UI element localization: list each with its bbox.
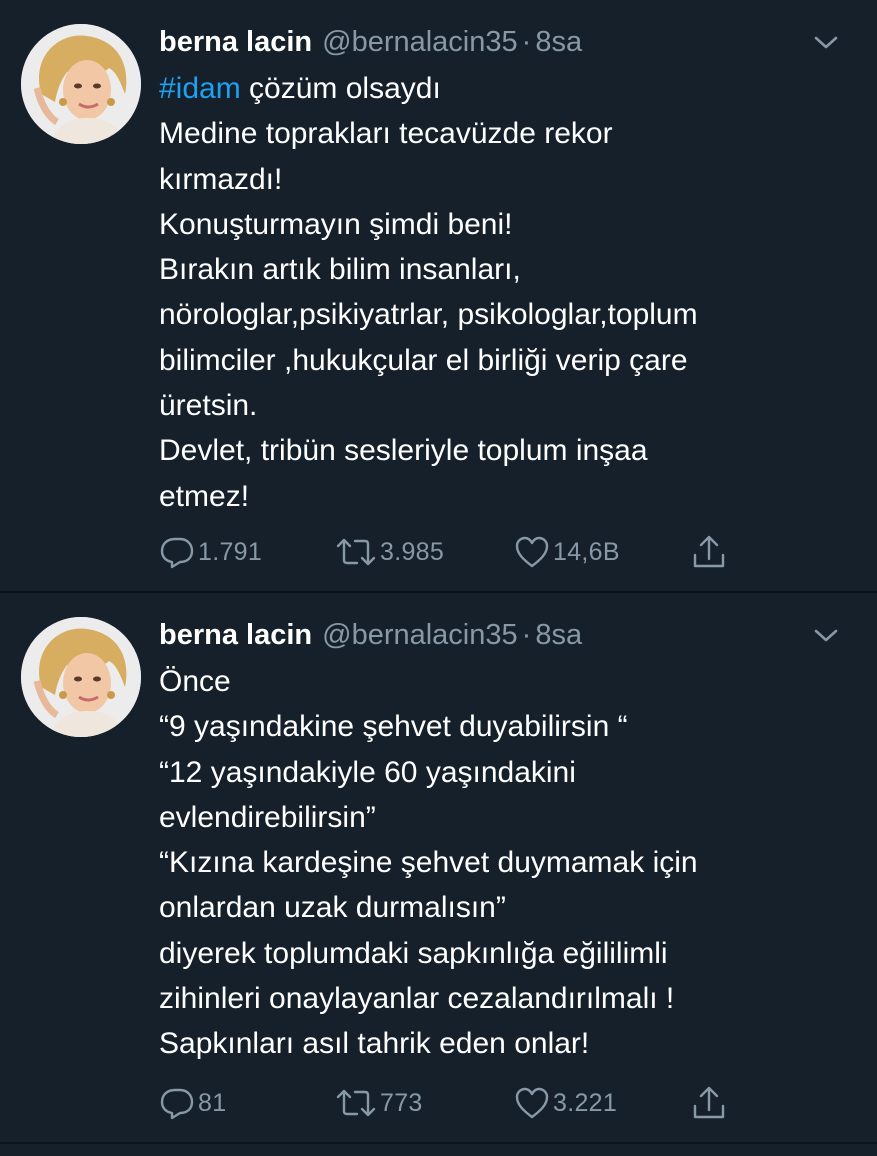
retweet-icon bbox=[336, 1089, 376, 1117]
tweet-line: #idam çözüm olsaydı bbox=[159, 66, 849, 111]
tweet-line-text: çözüm olsaydı bbox=[240, 72, 441, 105]
tweet-line: zihinleri onaylayanlar cezalandırılmalı … bbox=[159, 982, 675, 1016]
tweet-line: onlardan uzak durmalısın” bbox=[159, 891, 506, 925]
reply-button[interactable]: 1.791 bbox=[159, 532, 262, 572]
like-icon bbox=[515, 536, 549, 568]
retweet-button[interactable]: 3.985 bbox=[335, 532, 444, 572]
tweet-line: nörologlar,psikiyatrlar, psikologlar,top… bbox=[159, 298, 698, 332]
author-name[interactable]: berna lacin bbox=[159, 619, 312, 651]
tweet-line: kırmazdı! bbox=[159, 162, 283, 196]
like-count: 3.221 bbox=[553, 1088, 618, 1117]
separator-dot: · bbox=[521, 619, 532, 651]
author-handle[interactable]: @bernalacin35 bbox=[322, 26, 518, 58]
tweet-line: diyerek toplumdaki sapkınlığa eğililimli bbox=[159, 936, 668, 970]
like-button[interactable]: 14,6B bbox=[514, 532, 620, 572]
tweet[interactable]: berna lacin @bernalacin35 · 8sa Önce “9 yaş… bbox=[0, 593, 877, 1145]
tweet-line: “9 yaşındakine şehvet duyabilirsin “ bbox=[159, 710, 628, 744]
tweet-line: etmez! bbox=[159, 479, 250, 513]
tweet-header: berna lacin @bernalacin35 · 8sa bbox=[159, 22, 817, 62]
share-button[interactable] bbox=[691, 1083, 727, 1123]
tweet-time[interactable]: 8sa bbox=[535, 26, 582, 58]
hashtag-link[interactable]: #idam bbox=[159, 72, 241, 105]
tweet-line: Bırakın artık bilim insanları, bbox=[159, 253, 521, 287]
author-handle[interactable]: @bernalacin35 bbox=[322, 619, 518, 651]
share-button[interactable] bbox=[691, 532, 727, 572]
avatar[interactable] bbox=[21, 24, 141, 144]
reply-button[interactable]: 81 bbox=[159, 1083, 226, 1123]
avatar[interactable] bbox=[21, 617, 141, 737]
tweet-line: bilimciler ,hukukçular el birliği verip … bbox=[159, 343, 688, 377]
retweet-button[interactable]: 773 bbox=[335, 1083, 423, 1123]
tweet-time[interactable]: 8sa bbox=[535, 619, 582, 651]
like-button[interactable]: 3.221 bbox=[514, 1083, 617, 1123]
tweet-line: Sapkınları asıl tahrik eden onlar! bbox=[159, 1027, 590, 1061]
share-icon bbox=[693, 1086, 725, 1119]
avatar-photo-icon bbox=[21, 24, 141, 144]
retweet-count: 3.985 bbox=[380, 537, 445, 566]
separator-dot: · bbox=[521, 26, 532, 58]
tweet[interactable]: berna lacin @bernalacin35 · 8sa #idam çözüm… bbox=[0, 0, 877, 593]
chevron-down-icon[interactable] bbox=[811, 30, 841, 54]
avatar-photo-icon bbox=[21, 617, 141, 737]
tweet-header: berna lacin @bernalacin35 · 8sa bbox=[159, 615, 817, 655]
retweet-icon bbox=[336, 538, 376, 566]
reply-count: 1.791 bbox=[198, 537, 263, 566]
tweet-line: “Kızına kardeşine şehvet duymamak için bbox=[159, 846, 698, 880]
tweet-line: evlendirebilirsin” bbox=[159, 800, 376, 834]
like-count: 14,6B bbox=[553, 537, 620, 566]
tweet-divider bbox=[0, 1142, 877, 1144]
tweet-line: üretsin. bbox=[159, 389, 258, 423]
author-name[interactable]: berna lacin bbox=[159, 26, 312, 58]
tweet-line: “12 yaşındakiyle 60 yaşındakini bbox=[159, 755, 576, 789]
tweet-line: Devlet, tribün sesleriyle toplum inşaa bbox=[159, 434, 648, 468]
reply-icon bbox=[160, 1088, 194, 1120]
tweet-line: Önce bbox=[159, 665, 231, 698]
tweet-line: Konuşturmayın şimdi beni! bbox=[159, 207, 513, 241]
tweet-text: #idam çözüm olsaydı Medine toprakları te… bbox=[159, 66, 849, 519]
like-icon bbox=[515, 1087, 549, 1119]
tweet-text: Önce “9 yaşındakine şehvet duyabilirsin … bbox=[159, 659, 849, 1067]
tweet-line: Medine toprakları tecavüzde rekor bbox=[159, 117, 613, 151]
reply-icon bbox=[160, 537, 194, 569]
retweet-count: 773 bbox=[380, 1088, 423, 1117]
reply-count: 81 bbox=[198, 1088, 227, 1117]
chevron-down-icon[interactable] bbox=[811, 623, 841, 647]
share-icon bbox=[693, 535, 725, 568]
